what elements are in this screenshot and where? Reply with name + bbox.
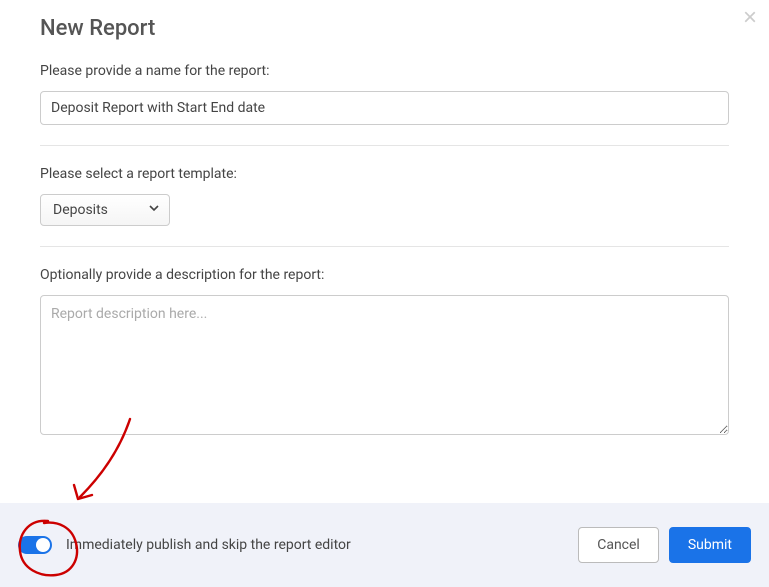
description-field-group: Optionally provide a description for the… [40,267,729,459]
toggle-knob [36,538,50,552]
template-label: Please select a report template: [40,166,729,182]
publish-toggle-label: Immediately publish and skip the report … [66,537,351,553]
template-field-group: Please select a report template: Deposit… [40,166,729,246]
template-select-wrap: Deposits [40,194,170,226]
divider [40,145,729,146]
publish-toggle[interactable] [18,536,52,554]
description-textarea[interactable] [40,295,729,435]
submit-button[interactable]: Submit [669,527,751,563]
template-select[interactable]: Deposits [40,194,170,226]
close-button[interactable]: × [743,6,757,30]
report-name-input[interactable] [40,91,729,125]
new-report-modal: New Report × Please provide a name for t… [0,0,769,459]
cancel-button[interactable]: Cancel [578,527,659,563]
description-label: Optionally provide a description for the… [40,267,729,283]
name-label: Please provide a name for the report: [40,63,729,79]
modal-title: New Report [40,16,155,41]
name-field-group: Please provide a name for the report: [40,63,729,145]
divider [40,246,729,247]
modal-header: New Report × [40,16,729,41]
footer-right: Cancel Submit [578,527,751,563]
modal-footer: Immediately publish and skip the report … [0,503,769,587]
footer-left: Immediately publish and skip the report … [18,536,351,554]
